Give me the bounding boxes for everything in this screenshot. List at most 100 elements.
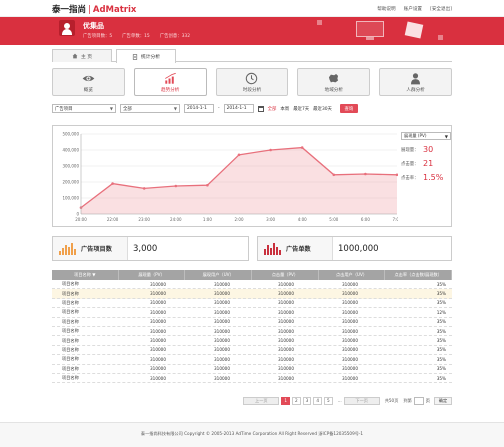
- page-3-button[interactable]: 3: [302, 396, 312, 405]
- quick-all[interactable]: 全部: [268, 106, 277, 112]
- table-cell: 35%: [436, 356, 446, 362]
- table-row[interactable]: 项目名称 310000 310000 310000 310000 35%: [52, 336, 452, 346]
- column-header: 展现用户（UV）: [185, 270, 253, 280]
- filter-bar: 广告项目 ▼ 全部 ▼ 2014-1-1 - 2014-1-1 全部 本周 最近…: [52, 103, 452, 114]
- date-from-input[interactable]: 2014-1-1: [184, 104, 214, 113]
- analysis-nav: 概览 趋势分析 时段分析 地域分析 人群分析: [52, 68, 452, 96]
- kpi-ad-units: 广告单数 1000,000: [257, 236, 452, 261]
- nav-trend[interactable]: 趋势分析: [133, 68, 207, 96]
- nav-audience[interactable]: 人群分析: [379, 68, 452, 96]
- table-row[interactable]: 项目名称 310000 310000 310000 310000 12%: [52, 308, 452, 318]
- table-cell: 35%: [436, 319, 446, 325]
- table-cell: 310000: [342, 356, 358, 362]
- project-select[interactable]: 广告项目 ▼: [52, 104, 116, 113]
- person-icon: [411, 72, 421, 84]
- quick-this-week[interactable]: 本周: [280, 106, 289, 112]
- table-row[interactable]: 项目名称 310000 310000 310000 310000 35%: [52, 299, 452, 309]
- table-cell: 310000: [278, 375, 294, 381]
- page-1-button[interactable]: 1: [281, 396, 290, 405]
- chevron-down-icon: ▼: [444, 133, 448, 139]
- nav-overview[interactable]: 概览: [52, 68, 125, 96]
- table-row[interactable]: 项目名称 310000 310000 310000 310000 35%: [52, 374, 452, 384]
- table-cell: 310000: [342, 291, 358, 297]
- table-cell: 项目名称: [62, 356, 79, 362]
- legend-item: 点击率： 1.5%: [401, 173, 451, 182]
- user-stats: 广告项目数：5 广告单数：15 广告创意：332: [83, 33, 190, 39]
- tab-statistics[interactable]: 统计分析: [116, 49, 176, 63]
- table-cell: 310000: [214, 328, 230, 334]
- table-cell: 310000: [278, 319, 294, 325]
- x-tick-label: 6:00: [361, 217, 370, 222]
- banner-decoration: [438, 35, 443, 40]
- table-row[interactable]: 项目名称 310000 310000 310000 310000 35%: [52, 365, 452, 374]
- table-cell: 310000: [342, 309, 358, 315]
- table-cell: 12%: [436, 309, 446, 315]
- avatar: [59, 20, 75, 36]
- table-cell: 310000: [214, 291, 230, 297]
- data-point: [364, 172, 367, 176]
- table-row[interactable]: 项目名称 310000 310000 310000 310000 35%: [52, 318, 452, 327]
- goto-confirm-button[interactable]: 确定: [434, 396, 452, 405]
- trend-chart: 500,000 400,000 300,000 200,000 100,000 020:0…: [62, 132, 398, 222]
- user-banner: 优集品 广告项目数：5 广告单数：15 广告创意：332: [0, 17, 504, 45]
- table-cell: 310000: [278, 309, 294, 315]
- logo[interactable]: 泰一指尚 | AdMatrix: [52, 3, 136, 15]
- table-cell: 310000: [342, 281, 358, 287]
- column-header[interactable]: 项目名称 ▼: [52, 270, 119, 280]
- table-cell: 310000: [278, 281, 294, 287]
- next-page-button[interactable]: 下一页: [343, 396, 380, 405]
- table-row[interactable]: 项目名称 310000 310000 310000 310000 35%: [52, 289, 452, 299]
- quick-last-30-days[interactable]: 最近30天: [313, 106, 332, 112]
- y-tick-label: 500,000: [62, 132, 79, 137]
- kpi-label: 广告单数: [286, 246, 311, 253]
- stats-table: 项目名称 ▼ 展现量（PV） 展现用户（UV） 点击量（PV） 点击用户（UV） 点击率（…: [52, 270, 453, 384]
- date-to-input[interactable]: 2014-1-1: [223, 104, 254, 113]
- column-header: 点击量（PV）: [252, 270, 319, 280]
- table-row[interactable]: 项目名称 310000 310000 310000 310000 35%: [52, 280, 452, 290]
- scope-select[interactable]: 全部 ▼: [120, 104, 180, 113]
- query-button[interactable]: 查询: [339, 104, 358, 113]
- table-cell: 310000: [278, 300, 294, 306]
- table-cell: 310000: [214, 338, 230, 344]
- page-number-input[interactable]: [413, 396, 424, 405]
- x-tick-label: 4:00: [298, 217, 307, 222]
- table-cell: 310000: [278, 291, 294, 297]
- table-row[interactable]: 项目名称 310000 310000 310000 310000 35%: [52, 355, 452, 365]
- table-cell: 310000: [278, 356, 294, 362]
- table-cell: 项目名称: [62, 309, 79, 315]
- quick-last-7-days[interactable]: 最近7天: [293, 106, 309, 112]
- table-cell: 35%: [436, 281, 446, 287]
- trend-chart-panel: 500,000 400,000 300,000 200,000 100,000 0 20:0…: [52, 125, 452, 227]
- table-cell: 310000: [278, 347, 294, 353]
- main-tabs: 主 页 统计分析: [52, 49, 452, 63]
- page-4-button[interactable]: 4: [313, 396, 323, 405]
- nav-audience-label: 人群分析: [406, 87, 425, 93]
- prev-page-button[interactable]: 上一页: [243, 396, 280, 405]
- table-cell: 310000: [150, 366, 166, 372]
- table-row[interactable]: 项目名称 310000 310000 310000 310000 35%: [52, 346, 452, 356]
- account-settings-link[interactable]: 账户设置: [404, 6, 422, 12]
- kpi-label: 广告项目数: [81, 246, 112, 253]
- table-cell: 310000: [342, 338, 358, 344]
- table-cell: 310000: [214, 300, 230, 306]
- nav-region[interactable]: 地域分析: [297, 68, 371, 96]
- calendar-icon[interactable]: [257, 105, 264, 112]
- metric-select[interactable]: 展现量 (PV) ▼: [401, 132, 451, 140]
- ad-units-count: 广告单数：15: [122, 34, 150, 39]
- doc-icon: [132, 53, 137, 60]
- x-tick-label: 7:00: [393, 217, 398, 222]
- nav-time-label: 时段分析: [242, 87, 262, 93]
- logout-link[interactable]: [安全退出]: [430, 6, 452, 12]
- tab-home[interactable]: 主 页: [52, 49, 112, 62]
- help-link[interactable]: 帮助说明: [377, 6, 395, 12]
- project-select-value: 广告项目: [55, 106, 73, 112]
- table-cell: 310000: [214, 366, 230, 372]
- data-point: [300, 146, 304, 149]
- table-row[interactable]: 项目名称 310000 310000 310000 310000 35%: [52, 327, 452, 337]
- nav-time[interactable]: 时段分析: [215, 68, 289, 96]
- date-range-dash: -: [218, 106, 220, 111]
- table-cell: 310000: [150, 309, 166, 315]
- x-tick-label: 5:00: [329, 217, 338, 222]
- page-2-button[interactable]: 2: [292, 396, 301, 405]
- page-5-button[interactable]: 5: [324, 396, 333, 405]
